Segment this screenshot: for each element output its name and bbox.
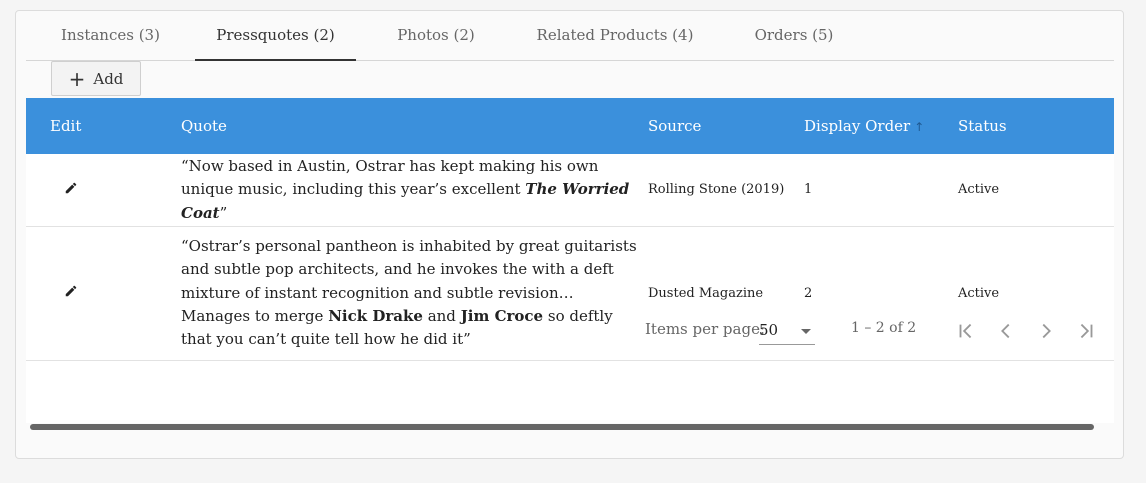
quote-cell: “Now based in Austin, Ostrar has kept ma… (181, 154, 648, 227)
column-header-quote[interactable]: Quote (181, 98, 648, 154)
status-cell: Active (958, 154, 1114, 227)
caret-down-icon (801, 329, 811, 334)
sort-ascending-icon: ↑ (914, 120, 925, 134)
tab-related-products[interactable]: Related Products (4) (516, 11, 714, 60)
paginator: Items per page: 50 1 – 2 of 2 (26, 294, 1114, 364)
plus-icon: + (68, 66, 86, 91)
first-page-icon[interactable] (955, 320, 977, 342)
tab-instances[interactable]: Instances (3) (26, 11, 195, 60)
table-header-row: Edit Quote Source Display Order ↑ Status (26, 98, 1114, 154)
quote-text: ” (219, 203, 228, 222)
last-page-icon[interactable] (1075, 320, 1097, 342)
column-header-edit: Edit (50, 117, 82, 135)
pressquotes-table: Edit Quote Source Display Order ↑ Status … (26, 98, 1114, 423)
add-button-label: Add (93, 69, 124, 88)
tab-bar: Instances (3) Pressquotes (2) Photos (2)… (26, 11, 1114, 61)
items-per-page-select[interactable]: 50 (759, 316, 815, 345)
add-button[interactable]: + Add (51, 61, 141, 96)
column-header-status[interactable]: Status (958, 98, 1114, 154)
column-header-source[interactable]: Source (648, 98, 804, 154)
items-per-page-label: Items per page: (645, 320, 766, 338)
tab-orders[interactable]: Orders (5) (714, 11, 874, 60)
pencil-icon[interactable] (64, 181, 78, 195)
table-row: “Now based in Austin, Ostrar has kept ma… (26, 154, 1114, 227)
page-range-label: 1 – 2 of 2 (851, 320, 917, 336)
column-header-display-order[interactable]: Display Order ↑ (804, 98, 958, 154)
previous-page-icon[interactable] (995, 320, 1017, 342)
tab-photos[interactable]: Photos (2) (356, 11, 516, 60)
source-cell: Rolling Stone (2019) (648, 154, 804, 227)
tab-pressquotes[interactable]: Pressquotes (2) (195, 11, 356, 61)
edit-cell (26, 154, 181, 227)
next-page-icon[interactable] (1035, 320, 1057, 342)
items-per-page-value: 50 (759, 321, 779, 339)
display-order-cell: 1 (804, 154, 958, 227)
product-detail-card: Instances (3) Pressquotes (2) Photos (2)… (15, 10, 1124, 459)
horizontal-scrollbar[interactable] (30, 424, 1094, 430)
